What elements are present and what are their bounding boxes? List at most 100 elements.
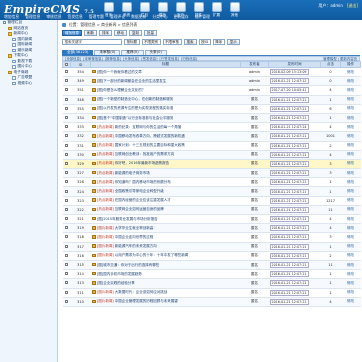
row-tag[interactable]: [图片新闻]	[97, 244, 114, 248]
row-tag[interactable]: [热点新闻]	[97, 125, 114, 129]
row-checkbox[interactable]	[65, 299, 68, 303]
row-tag[interactable]: [图片新闻]	[97, 299, 114, 303]
row-title-link[interactable]: 互联网企业如何运营自身的品牌	[115, 207, 164, 211]
add-info-button[interactable]: 增加信息	[62, 30, 82, 36]
row-edit-link[interactable]: 修改	[340, 242, 361, 252]
row-checkbox[interactable]	[65, 198, 68, 202]
row-tag[interactable]: [图片新闻]	[97, 253, 114, 257]
main-menu-system[interactable]: 系统	[118, 1, 135, 19]
row-checkbox[interactable]	[65, 88, 68, 92]
logout-link[interactable]: [退出]	[347, 3, 358, 9]
row-tag[interactable]: [热点新闻]	[97, 189, 114, 193]
row-edit-link[interactable]: 修改	[340, 122, 361, 133]
row-checkbox[interactable]	[65, 207, 68, 211]
row-checkbox[interactable]	[65, 290, 68, 294]
row-title-link[interactable]: 大学毕业生就业率创新高	[115, 226, 154, 230]
row-edit-link[interactable]: 修改	[340, 297, 361, 307]
row-title-link[interactable]: [图]以开发的资源专注的是为实现流程的落实标准	[97, 106, 173, 110]
row-edit-link[interactable]: 修改	[340, 251, 361, 261]
refresh-button[interactable]: 刷新	[84, 30, 97, 36]
row-title-link[interactable]: 中国移动发布改革方向，跨越式发展的新机遇	[115, 134, 185, 138]
row-tag[interactable]: [图片新闻]	[97, 226, 114, 230]
row-checkbox[interactable]	[65, 161, 68, 165]
row-title-link[interactable]: 你好吧，2016年最新市场趋势报告	[115, 161, 169, 165]
main-menu-template[interactable]: 模板	[154, 1, 171, 19]
sort-button[interactable]: 排序	[99, 30, 112, 36]
row-tag[interactable]: [热点新闻]	[97, 207, 114, 211]
row-title-link[interactable]: 中国企业走向世界的过程	[115, 235, 154, 239]
search-input[interactable]: 搜索关键字	[62, 39, 122, 45]
main-menu-other[interactable]: 其他	[226, 1, 243, 19]
main-menu-home[interactable]: 首页	[100, 1, 117, 19]
status-tab[interactable]: 推荐(0)	[121, 49, 144, 55]
row-checkbox[interactable]	[65, 97, 68, 101]
main-menu-extend[interactable]: 扩展	[208, 1, 225, 19]
row-tag[interactable]: [图片新闻]	[97, 290, 114, 294]
row-checkbox[interactable]	[65, 244, 68, 248]
row-checkbox[interactable]	[65, 180, 68, 184]
show-button[interactable]: 显示	[226, 39, 240, 45]
row-tag[interactable]: [热点新闻]	[97, 180, 114, 184]
row-checkbox[interactable]	[65, 143, 68, 147]
row-title-link[interactable]: [图]企业实践的经验分享	[97, 281, 135, 285]
row-edit-link[interactable]: 修改	[340, 205, 361, 216]
row-edit-link[interactable]: 修改	[340, 232, 361, 243]
batch-button[interactable]: 批量	[144, 30, 157, 36]
row-edit-link[interactable]: 修改	[340, 104, 361, 114]
filter-link[interactable]: [推荐信息]	[105, 57, 121, 61]
row-edit-link[interactable]: 修改	[340, 141, 361, 151]
tree-item[interactable]: 视频中心	[0, 81, 57, 87]
order-select[interactable]: 降序	[212, 39, 225, 45]
row-edit-link[interactable]: 修改	[340, 131, 361, 142]
filter-link[interactable]: [归档信息]	[181, 57, 197, 61]
row-edit-link[interactable]: 修改	[340, 177, 361, 188]
row-edit-link[interactable]: 修改	[340, 113, 361, 124]
row-checkbox[interactable]	[65, 281, 68, 285]
row-edit-link[interactable]: 修改	[340, 288, 361, 298]
row-checkbox[interactable]	[65, 217, 68, 221]
row-title-link[interactable]: 你知道吗？国内移动市场的份额分布	[115, 180, 171, 184]
row-edit-link[interactable]: 修改	[340, 95, 361, 105]
row-title-link[interactable]: [图]首个“中国制造”以行业标准参与社会公平服务	[97, 116, 173, 120]
row-tag[interactable]: [热点新闻]	[97, 134, 114, 138]
move-button[interactable]: 移动	[114, 30, 127, 36]
row-title-link[interactable]: 新能源的电子商务市场	[115, 171, 150, 175]
row-edit-link[interactable]: 修改	[340, 260, 361, 271]
row-checkbox[interactable]	[65, 70, 68, 74]
row-tag[interactable]: [热点新闻]	[97, 161, 114, 165]
row-edit-link[interactable]: 修改	[340, 186, 361, 197]
copy-button[interactable]: 复制	[129, 30, 142, 36]
row-title-link[interactable]: 大数据时代：企业该如何应对挑战	[115, 290, 168, 294]
filter-link[interactable]: [签发信息]	[141, 57, 157, 61]
filter-link[interactable]: [已签发信息]	[159, 57, 179, 61]
row-tag[interactable]: [热点新闻]	[97, 143, 114, 147]
row-edit-link[interactable]: 修改	[340, 278, 361, 289]
row-edit-link[interactable]: 修改	[340, 269, 361, 280]
filter-link[interactable]: [全部信息]	[65, 57, 81, 61]
row-checkbox[interactable]	[65, 226, 68, 230]
row-checkbox[interactable]	[65, 152, 68, 156]
row-title-link[interactable]: 新能源汽车的未来发展方向	[115, 244, 157, 248]
row-checkbox[interactable]	[65, 253, 68, 257]
row-checkbox[interactable]	[65, 235, 68, 239]
status-tab[interactable]: 全部(36123)	[62, 49, 94, 55]
row-edit-link[interactable]: 修改	[340, 67, 361, 78]
row-title-link[interactable]: [图]2015年服务业发展与市场分析报告	[97, 217, 158, 221]
row-title-link[interactable]: [图]你一个我就你看过的文章	[97, 70, 142, 74]
row-checkbox[interactable]	[65, 134, 68, 138]
row-checkbox[interactable]	[65, 272, 68, 276]
row-edit-link[interactable]: 修改	[340, 159, 361, 170]
status-tab[interactable]: 未审核(0)	[94, 49, 121, 55]
sort-field-select[interactable]: 按ID	[198, 39, 211, 45]
row-checkbox[interactable]	[65, 263, 68, 267]
filter-link[interactable]: [头条信息]	[123, 57, 139, 61]
row-title-link[interactable]: [图]下一部分的新闻都会在企业的生活里发生	[97, 79, 166, 83]
row-checkbox[interactable]	[65, 125, 68, 129]
row-checkbox[interactable]	[65, 116, 68, 120]
row-edit-link[interactable]: 修改	[340, 85, 361, 96]
filter-link[interactable]: [未审核信息]	[83, 57, 103, 61]
top-nav-item[interactable]: 签发信息	[68, 14, 83, 20]
row-edit-link[interactable]: 修改	[340, 168, 361, 179]
main-menu-column[interactable]: 栏目	[136, 1, 153, 19]
status-tab[interactable]: 头条(0)	[144, 49, 167, 55]
